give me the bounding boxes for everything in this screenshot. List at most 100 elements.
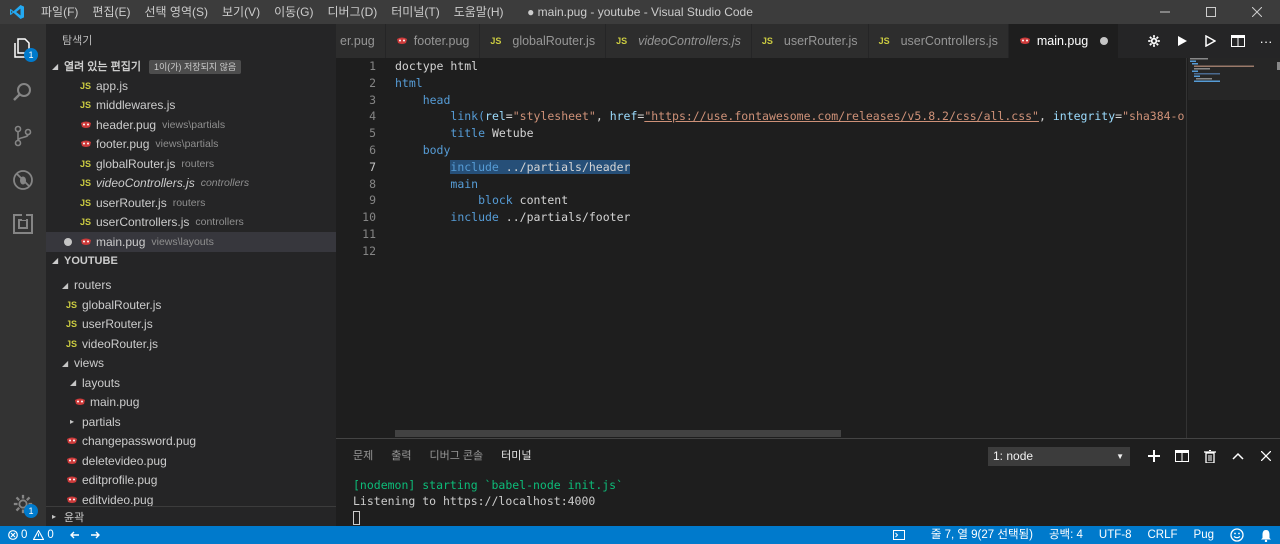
language-mode[interactable]: Pug: [1186, 526, 1222, 544]
maximize-panel-icon[interactable]: [1224, 443, 1252, 469]
minimap[interactable]: [1186, 58, 1280, 438]
tab-debug-console[interactable]: 디버그 콘솔: [421, 439, 493, 473]
search-icon[interactable]: [0, 70, 46, 114]
open-editor-item[interactable]: footer.pug views\partials: [46, 135, 336, 155]
menu-selection[interactable]: 선택 영역(S): [137, 0, 215, 24]
js-file-icon: JS: [80, 178, 92, 189]
terminal-select[interactable]: 1: node ▼: [988, 447, 1130, 466]
tree-file[interactable]: JS globalRouter.js: [46, 295, 336, 315]
terminal-toggle-icon[interactable]: [885, 530, 913, 540]
open-editor-item[interactable]: header.pug views\partials: [46, 115, 336, 135]
tab-output[interactable]: 출력: [382, 439, 420, 473]
outline-header[interactable]: ▸ 윤곽: [46, 506, 336, 526]
nav-back-icon[interactable]: [62, 531, 88, 539]
close-panel-icon[interactable]: [1252, 443, 1280, 469]
open-editor-item[interactable]: JS app.js: [46, 76, 336, 96]
problems-status[interactable]: 0 0: [0, 526, 62, 544]
tab-userrouter[interactable]: JS userRouter.js: [751, 24, 869, 58]
split-terminal-icon[interactable]: [1168, 443, 1196, 469]
gear-icon[interactable]: [1140, 24, 1168, 58]
indentation[interactable]: 공백: 4: [1041, 526, 1091, 544]
code-line: body: [395, 142, 1185, 159]
tree-folder[interactable]: ◢ views: [46, 354, 336, 374]
tab-problems[interactable]: 문제: [344, 439, 382, 473]
nav-forward-icon[interactable]: [88, 531, 108, 539]
tree-file[interactable]: deletevideo.pug: [46, 451, 336, 471]
open-editors-header[interactable]: ◢ 열려 있는 편집기 1이(가) 저장되지 않음: [46, 58, 336, 76]
project-header[interactable]: ◢ YOUTUBE: [46, 252, 336, 270]
maximize-icon[interactable]: [1188, 0, 1234, 24]
close-icon[interactable]: [1234, 0, 1280, 24]
cursor-position[interactable]: 줄 7, 열 9(27 선택됨): [923, 526, 1041, 544]
tab-label: userControllers.js: [900, 34, 998, 48]
run-alt-icon[interactable]: [1196, 24, 1224, 58]
tab-header-pug[interactable]: er.pug: [336, 24, 386, 58]
tab-globalrouter[interactable]: JS globalRouter.js: [480, 24, 607, 58]
attr-value-link[interactable]: "https://use.fontawesome.com/releases/v5…: [644, 109, 1039, 123]
tree-folder[interactable]: ◢ layouts: [46, 373, 336, 393]
run-icon[interactable]: [1168, 24, 1196, 58]
more-actions-icon[interactable]: ···: [1252, 24, 1280, 58]
open-editor-item[interactable]: JS globalRouter.js routers: [46, 154, 336, 174]
attr-name: rel: [485, 109, 506, 124]
file-name: videoRouter.js: [82, 336, 159, 351]
tree-file[interactable]: main.pug: [46, 393, 336, 413]
tree-folder[interactable]: ▸ partials: [46, 412, 336, 432]
line-number: 6: [369, 142, 376, 157]
menu-debug[interactable]: 디버그(D): [320, 0, 384, 24]
open-editor-item[interactable]: JS middlewares.js: [46, 96, 336, 116]
open-editor-item-active[interactable]: main.pug views\layouts: [46, 232, 336, 252]
code-editor[interactable]: 1 2 3 4 5 6 7 8 9 10 11 12 doctype html …: [336, 58, 1280, 438]
trash-icon[interactable]: [1196, 443, 1224, 469]
gear-icon[interactable]: 1: [0, 482, 46, 526]
open-editor-item[interactable]: JS userRouter.js routers: [46, 193, 336, 213]
menu-edit[interactable]: 편집(E): [85, 0, 137, 24]
horizontal-scrollbar[interactable]: [395, 430, 841, 437]
tree-file[interactable]: JS videoRouter.js: [46, 334, 336, 354]
explorer-icon[interactable]: 1: [0, 26, 46, 70]
extensions-icon[interactable]: [0, 202, 46, 246]
js-file-icon: JS: [616, 36, 628, 46]
feedback-smiley-icon[interactable]: [1222, 528, 1252, 542]
js-file-icon: JS: [878, 36, 890, 46]
encoding[interactable]: UTF-8: [1091, 526, 1140, 544]
menu-view[interactable]: 보기(V): [215, 0, 267, 24]
debug-icon[interactable]: [0, 158, 46, 202]
end-of-line[interactable]: CRLF: [1140, 526, 1186, 544]
tab-main-pug[interactable]: main.pug: [1008, 24, 1120, 58]
open-editor-item[interactable]: JS videoControllers.js controllers: [46, 174, 336, 194]
tab-usercontrollers[interactable]: JS userControllers.js: [868, 24, 1009, 58]
file-name: middlewares.js: [96, 98, 176, 113]
tag: head: [422, 92, 451, 107]
attr-value: "stylesheet": [512, 109, 596, 124]
tree-file[interactable]: changepassword.pug: [46, 432, 336, 452]
tree-file[interactable]: editprofile.pug: [46, 471, 336, 491]
code-line: html: [395, 75, 1185, 92]
unsaved-dot-icon[interactable]: [1100, 37, 1109, 45]
explorer-badge: 1: [24, 48, 38, 62]
minimize-icon[interactable]: [1142, 0, 1188, 24]
notifications-bell-icon[interactable]: [1252, 529, 1280, 542]
source-control-icon[interactable]: [0, 114, 46, 158]
menu-terminal[interactable]: 터미널(T): [384, 0, 446, 24]
text: Wetube: [491, 126, 534, 141]
code-line: main: [395, 176, 1185, 193]
terminal-prompt[interactable]: [353, 509, 1280, 525]
file-name: userControllers.js: [96, 215, 190, 230]
code-lines[interactable]: doctype html html head link(rel="stylesh…: [395, 58, 1185, 260]
tab-footer-pug[interactable]: footer.pug: [385, 24, 481, 58]
tab-terminal[interactable]: 터미널: [492, 439, 540, 473]
code-line: title Wetube: [395, 125, 1185, 142]
tab-videocontrollers[interactable]: JS videoControllers.js: [606, 24, 752, 58]
tree-folder[interactable]: ◢ routers: [46, 276, 336, 296]
menu-help[interactable]: 도움말(H): [447, 0, 511, 24]
unsaved-dot-icon[interactable]: [64, 237, 72, 246]
split-editor-icon[interactable]: [1224, 24, 1252, 58]
menu-go[interactable]: 이동(G): [267, 0, 320, 24]
tree-file[interactable]: JS userRouter.js: [46, 315, 336, 335]
menu-file[interactable]: 파일(F): [34, 0, 85, 24]
terminal-output[interactable]: [nodemon] starting `babel-node init.js` …: [336, 473, 1280, 525]
open-editor-item[interactable]: JS userControllers.js controllers: [46, 213, 336, 233]
new-terminal-icon[interactable]: [1140, 443, 1168, 469]
